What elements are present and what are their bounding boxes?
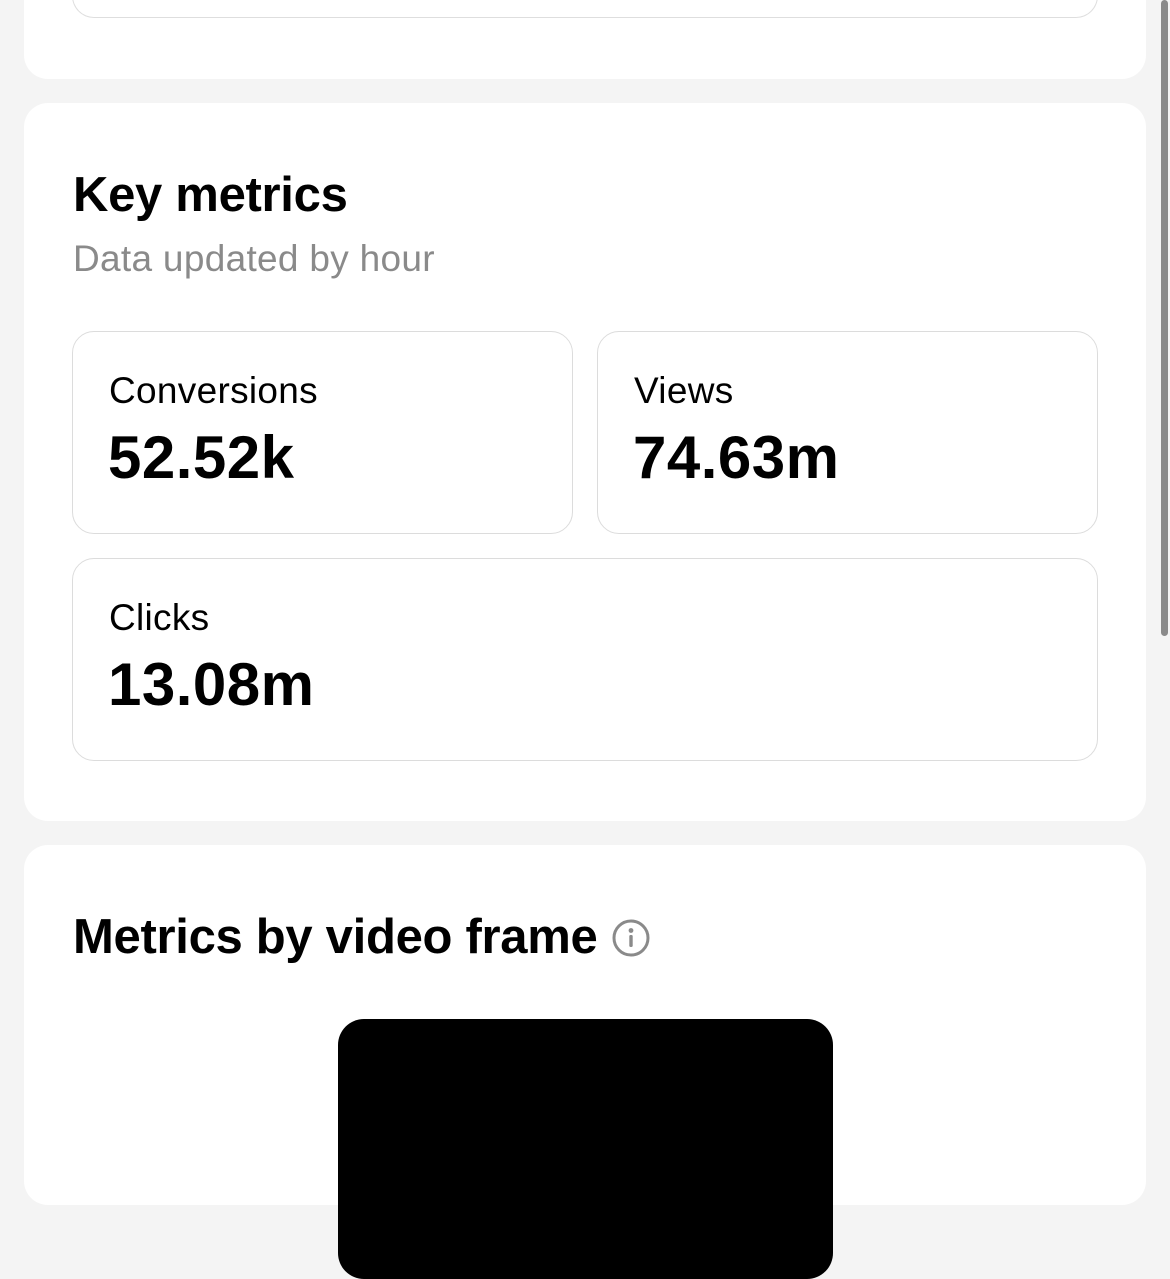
previous-section-box [72, 0, 1098, 18]
metric-value: 74.63m [633, 424, 840, 491]
metrics-by-video-frame-card: Metrics by video frame [24, 845, 1146, 1279]
previous-section-card [24, 0, 1146, 79]
metric-label: Conversions [109, 370, 318, 411]
metric-card-conversions[interactable]: Conversions 52.52k [72, 331, 573, 534]
metric-card-clicks[interactable]: Clicks 13.08m [72, 558, 1098, 761]
metric-value: 13.08m [108, 651, 315, 718]
metric-value: 52.52k [108, 424, 295, 491]
scrollbar[interactable] [1161, 0, 1168, 636]
metric-label: Views [634, 370, 734, 411]
key-metrics-card: Key metrics Data updated by hour Convers… [24, 103, 1146, 821]
metrics-by-video-frame-title: Metrics by video frame [73, 910, 598, 964]
metric-label: Clicks [109, 597, 210, 638]
metrics-by-video-frame-header: Metrics by video frame [73, 913, 651, 962]
key-metrics-title: Key metrics [73, 168, 348, 222]
key-metrics-subtitle: Data updated by hour [73, 238, 435, 279]
info-icon[interactable] [611, 918, 651, 958]
metric-card-views[interactable]: Views 74.63m [597, 331, 1098, 534]
video-frame-preview[interactable] [338, 1019, 833, 1279]
